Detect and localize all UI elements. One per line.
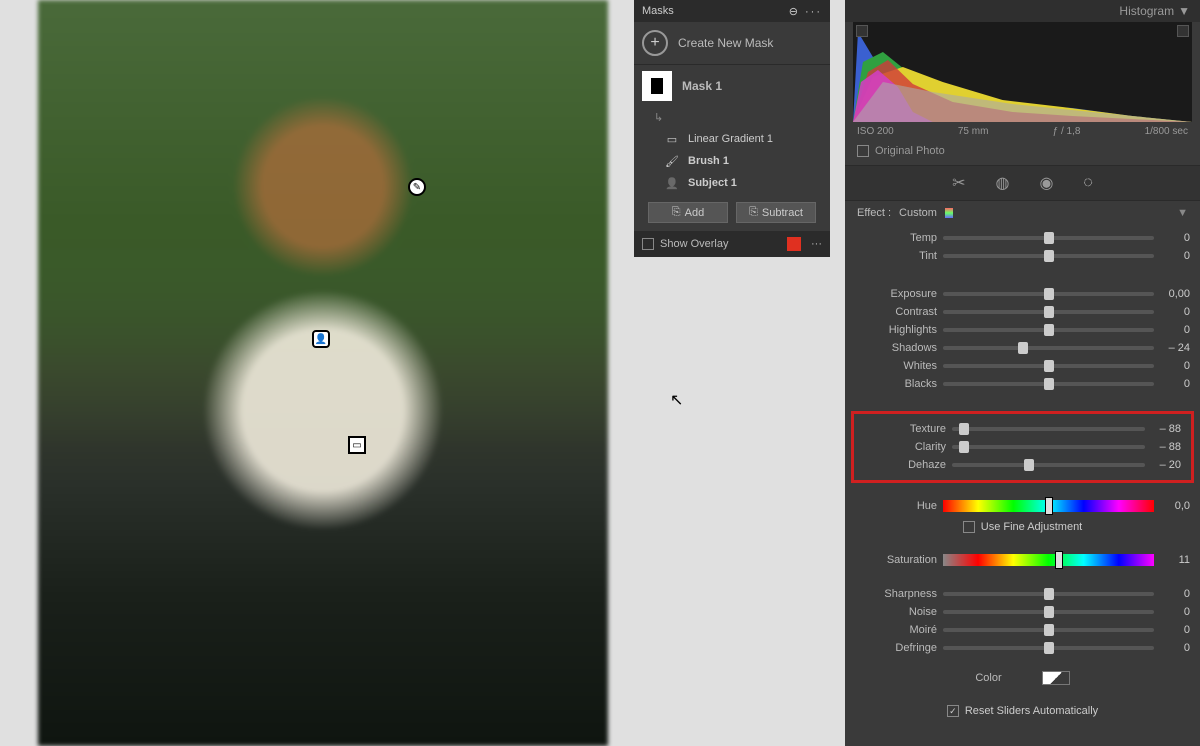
fine-adjust-row[interactable]: Use Fine Adjustment	[845, 515, 1200, 539]
overlay-color-swatch[interactable]	[787, 237, 801, 251]
slider-shadows[interactable]: Shadows– 24	[845, 339, 1200, 357]
mask-pin-brush[interactable]: ✎	[408, 178, 426, 196]
histogram-header[interactable]: Histogram▼	[845, 0, 1200, 22]
slider-thumb[interactable]	[1044, 360, 1054, 372]
heal-icon[interactable]: ◍	[995, 173, 1009, 193]
masks-panel: Masks ⊖ ··· + Create New Mask Mask 1 ↳ ▭…	[634, 0, 830, 257]
original-photo-toggle[interactable]: Original Photo	[845, 141, 1200, 165]
slider-thumb[interactable]	[1055, 551, 1063, 569]
plus-icon[interactable]: +	[642, 30, 668, 56]
create-mask-label: Create New Mask	[678, 36, 773, 50]
slider-dehaze[interactable]: Dehaze– 20	[854, 456, 1191, 474]
mask-pin-subject[interactable]: 👤	[312, 330, 330, 348]
slider-thumb[interactable]	[1044, 624, 1054, 636]
reset-checkbox[interactable]	[947, 705, 959, 717]
color-row[interactable]: Color	[845, 661, 1200, 695]
slider-noise[interactable]: Noise0	[845, 603, 1200, 621]
overlay-checkbox[interactable]	[642, 238, 654, 250]
slider-thumb[interactable]	[1044, 378, 1054, 390]
slider-blacks[interactable]: Blacks0	[845, 375, 1200, 393]
masks-menu-icon[interactable]: ⊖ ···	[789, 5, 822, 18]
exif-row: ISO 20075 mmƒ / 1,81/800 sec	[845, 122, 1200, 141]
crop-icon[interactable]: ✂	[952, 173, 965, 193]
slider-thumb[interactable]	[1044, 324, 1054, 336]
gradient-icon: ▭	[662, 132, 682, 146]
mask-label: Mask 1	[682, 79, 722, 93]
slider-thumb[interactable]	[1044, 642, 1054, 654]
slider-thumb[interactable]	[1044, 232, 1054, 244]
slider-exposure[interactable]: Exposure0,00	[845, 285, 1200, 303]
reset-row[interactable]: Reset Sliders Automatically	[845, 695, 1200, 727]
slider-thumb[interactable]	[1024, 459, 1034, 471]
slider-clarity[interactable]: Clarity– 88	[854, 438, 1191, 456]
mask-component[interactable]: ↳	[634, 107, 830, 128]
slider-thumb[interactable]	[1044, 250, 1054, 262]
mask-component-brush[interactable]: 🖌Brush 1	[634, 150, 830, 172]
slider-saturation[interactable]: Saturation 11	[845, 551, 1200, 569]
highlight-box: Texture– 88Clarity– 88Dehaze– 20	[851, 411, 1194, 483]
subject-icon: 👤	[662, 176, 682, 190]
collapse-icon[interactable]: ▼	[1177, 207, 1188, 219]
slider-thumb[interactable]	[1044, 288, 1054, 300]
original-checkbox[interactable]	[857, 145, 869, 157]
preset-icon	[945, 208, 953, 218]
slider-sharpness[interactable]: Sharpness0	[845, 585, 1200, 603]
slider-thumb[interactable]	[959, 441, 969, 453]
slider-tint[interactable]: Tint0	[845, 247, 1200, 265]
shadow-clip-icon[interactable]	[856, 25, 868, 37]
mask-item[interactable]: Mask 1	[634, 65, 830, 107]
slider-hue[interactable]: Hue 0,0	[845, 497, 1200, 515]
highlight-clip-icon[interactable]	[1177, 25, 1189, 37]
slider-moiré[interactable]: Moiré0	[845, 621, 1200, 639]
color-swatch[interactable]	[1042, 671, 1070, 685]
slider-thumb[interactable]	[1044, 606, 1054, 618]
mask-component-gradient[interactable]: ▭Linear Gradient 1	[634, 128, 830, 150]
slider-thumb[interactable]	[1044, 306, 1054, 318]
slider-contrast[interactable]: Contrast0	[845, 303, 1200, 321]
fine-checkbox[interactable]	[963, 521, 975, 533]
histogram[interactable]	[853, 22, 1192, 122]
image-preview[interactable]	[38, 0, 608, 746]
more-icon[interactable]: ···	[811, 238, 822, 250]
slider-thumb[interactable]	[1018, 342, 1028, 354]
slider-texture[interactable]: Texture– 88	[854, 420, 1191, 438]
slider-whites[interactable]: Whites0	[845, 357, 1200, 375]
cursor-icon: ↖	[670, 390, 683, 410]
create-mask-row[interactable]: + Create New Mask	[634, 22, 830, 65]
redeye-icon[interactable]: ◉	[1039, 173, 1053, 193]
effect-row[interactable]: Effect : Custom ▼	[845, 201, 1200, 225]
right-panel: Histogram▼ ISO 20075 mmƒ / 1,81/800 sec …	[845, 0, 1200, 746]
slider-defringe[interactable]: Defringe0	[845, 639, 1200, 657]
masking-icon[interactable]: ◌	[1083, 174, 1093, 192]
slider-thumb[interactable]	[1045, 497, 1053, 515]
subtract-button[interactable]: ⎘ Subtract	[736, 202, 816, 223]
slider-temp[interactable]: Temp0	[845, 229, 1200, 247]
mask-thumb	[642, 71, 672, 101]
tool-strip: ✂ ◍ ◉ ◌	[845, 165, 1200, 201]
slider-thumb[interactable]	[959, 423, 969, 435]
slider-highlights[interactable]: Highlights0	[845, 321, 1200, 339]
mask-component-subject[interactable]: 👤Subject 1	[634, 172, 830, 194]
brush-icon: 🖌	[662, 154, 682, 168]
masks-panel-header[interactable]: Masks ⊖ ···	[634, 0, 830, 22]
add-button[interactable]: ⎘ Add	[648, 202, 728, 223]
masks-title: Masks	[642, 5, 674, 17]
mask-pin-gradient[interactable]: ▭	[348, 436, 366, 454]
slider-thumb[interactable]	[1044, 588, 1054, 600]
show-overlay-row[interactable]: Show Overlay ···	[634, 231, 830, 257]
